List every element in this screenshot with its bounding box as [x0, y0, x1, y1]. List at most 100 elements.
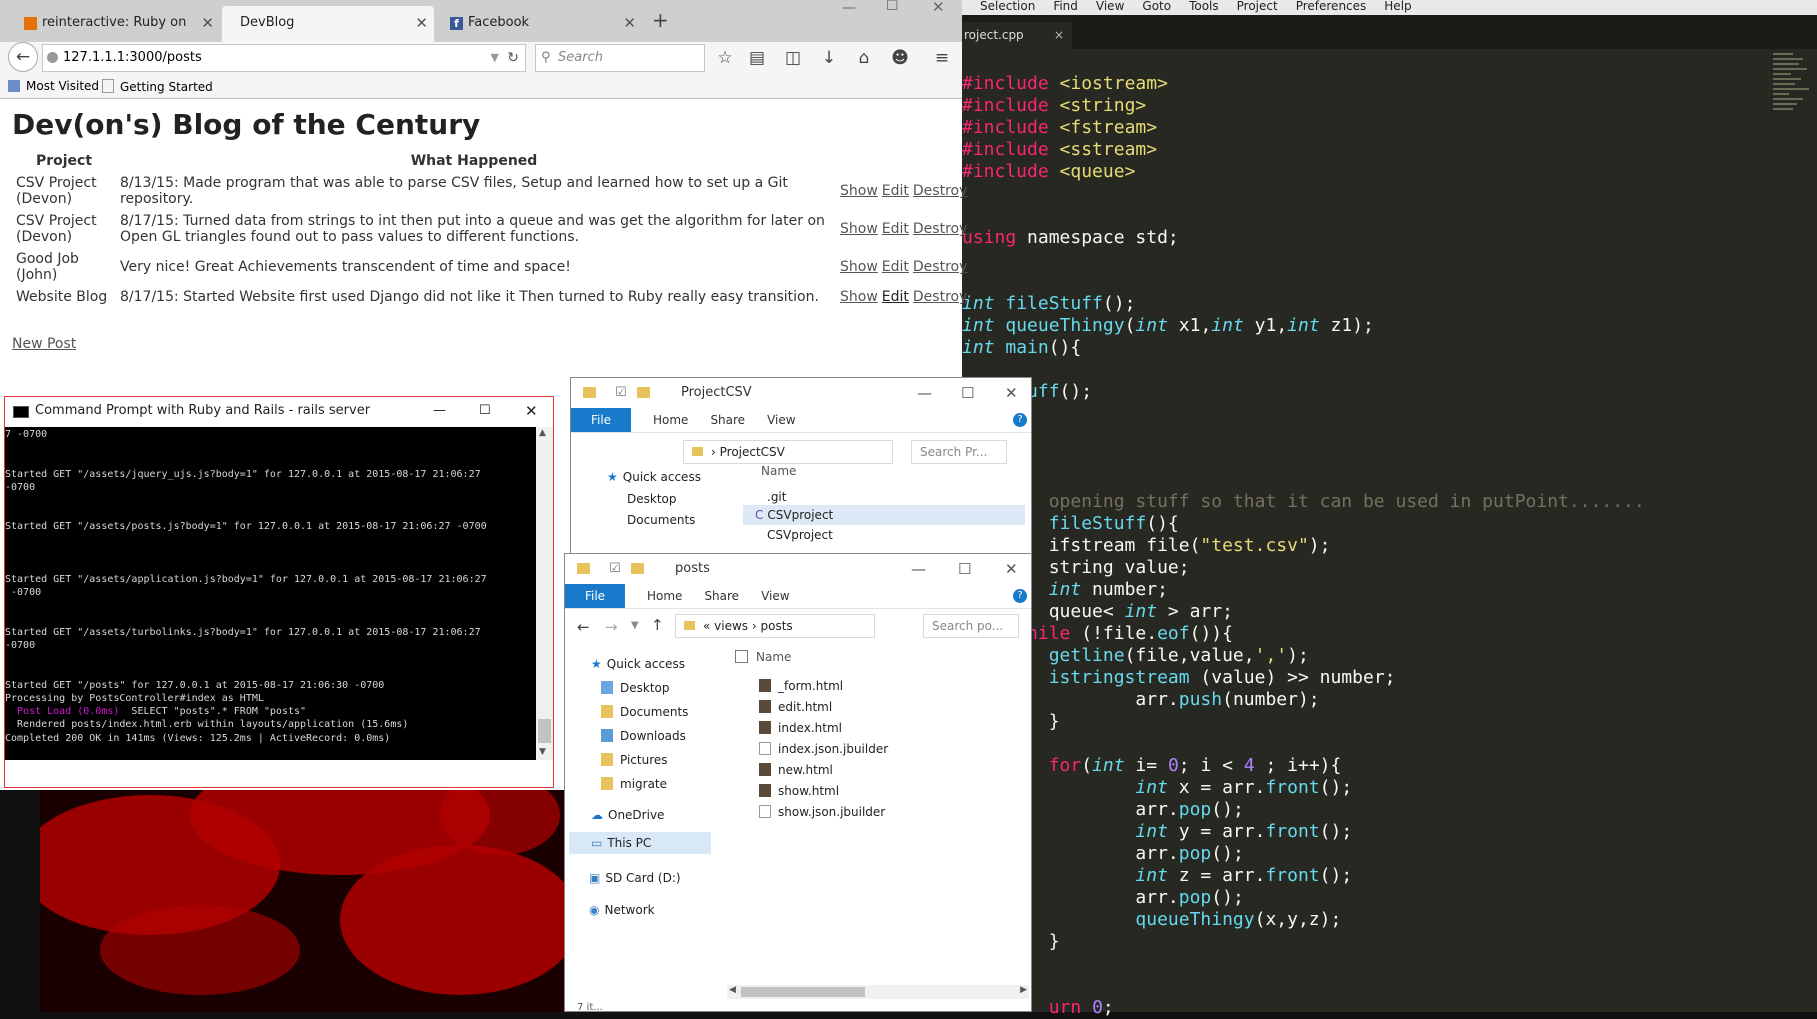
- checkbox-icon[interactable]: [735, 650, 748, 663]
- maximize-button[interactable]: ☐: [961, 378, 974, 408]
- ribbon-home[interactable]: Home: [653, 408, 688, 432]
- file-item[interactable]: _form.html: [759, 679, 843, 693]
- show-link[interactable]: Show: [840, 289, 878, 305]
- pocket-icon[interactable]: ◫: [782, 46, 804, 70]
- address-bar[interactable]: › ProjectCSV: [683, 440, 893, 464]
- nav-documents[interactable]: Documents: [601, 705, 688, 719]
- bookmark-getting-started[interactable]: Getting Started: [102, 79, 213, 94]
- cmd-output[interactable]: 7 -0700 Started GET "/assets/jquery_ujs.j…: [5, 427, 536, 760]
- menu-project[interactable]: Project: [1237, 0, 1278, 13]
- close-icon[interactable]: ✕: [201, 6, 214, 40]
- destroy-link[interactable]: Destroy: [913, 183, 967, 199]
- scroll-up-icon[interactable]: ▲: [539, 428, 546, 438]
- column-name[interactable]: Name: [761, 464, 796, 478]
- file-item[interactable]: edit.html: [759, 700, 832, 714]
- scroll-thumb[interactable]: [741, 987, 865, 997]
- tab-facebook[interactable]: f Facebook ✕: [446, 6, 642, 42]
- maximize-button[interactable]: ☐: [479, 397, 491, 425]
- file-item[interactable]: index.html: [759, 721, 842, 735]
- chevron-down-icon[interactable]: ▼: [631, 620, 639, 631]
- nav-desktop[interactable]: Desktop: [627, 492, 677, 506]
- minimize-button[interactable]: —: [917, 378, 932, 408]
- ribbon-file[interactable]: File: [565, 584, 625, 608]
- destroy-link[interactable]: Destroy: [913, 259, 967, 275]
- menu-goto[interactable]: Goto: [1142, 0, 1171, 13]
- show-link[interactable]: Show: [840, 221, 878, 237]
- home-icon[interactable]: ⌂: [853, 46, 875, 70]
- reload-icon[interactable]: ↻: [507, 45, 519, 71]
- close-button[interactable]: ✕: [932, 0, 945, 16]
- search-input[interactable]: Search po...: [923, 614, 1019, 638]
- ribbon-view[interactable]: View: [761, 584, 789, 608]
- sublime-minimap[interactable]: [1773, 50, 1815, 170]
- nav-quick-access[interactable]: ★ Quick access: [591, 657, 685, 671]
- menu-selection[interactable]: Selection: [980, 0, 1035, 13]
- url-bar[interactable]: 127.1.1.1:3000/posts ▼ ↻: [42, 44, 526, 72]
- nav-pictures[interactable]: Pictures: [601, 753, 668, 767]
- nav-migrate[interactable]: migrate: [601, 777, 667, 791]
- tab-reinteractive[interactable]: reinteractive: Ruby on Rail...✕: [20, 6, 220, 64]
- menu-view[interactable]: View: [1096, 0, 1124, 13]
- scroll-left-icon[interactable]: ◀: [729, 985, 736, 995]
- search-input[interactable]: Search Pr...: [911, 440, 1007, 464]
- show-link[interactable]: Show: [840, 259, 878, 275]
- nav-quick-access[interactable]: ★ Quick access: [607, 470, 701, 484]
- file-item-selected[interactable]: C CSVproject: [743, 505, 1025, 525]
- chat-icon[interactable]: ☻: [889, 46, 911, 70]
- menu-tools[interactable]: Tools: [1189, 0, 1219, 13]
- file-item[interactable]: show.json.jbuilder: [759, 805, 885, 819]
- code-view[interactable]: #include <iostream> #include <string> #i…: [962, 51, 1645, 1019]
- close-icon[interactable]: ✕: [415, 6, 428, 40]
- cmd-scrollbar[interactable]: ▲ ▼: [536, 427, 553, 760]
- download-icon[interactable]: ↓: [818, 46, 840, 70]
- back-button[interactable]: ←: [8, 42, 38, 72]
- sublime-tab[interactable]: roject.cpp ×: [962, 22, 1072, 49]
- minimize-button[interactable]: —: [842, 0, 856, 16]
- bookmark-most-visited[interactable]: Most Visited: [8, 79, 99, 93]
- close-icon[interactable]: ×: [1054, 22, 1064, 49]
- help-icon[interactable]: ?: [1013, 413, 1027, 427]
- file-item[interactable]: index.json.jbuilder: [759, 742, 888, 756]
- menu-icon[interactable]: ≡: [931, 46, 953, 70]
- close-button[interactable]: ✕: [525, 397, 538, 425]
- new-post-link[interactable]: New Post: [12, 336, 76, 352]
- destroy-link[interactable]: Destroy: [913, 221, 967, 237]
- column-name[interactable]: Name: [735, 650, 791, 664]
- nav-this-pc[interactable]: ▭ This PC: [569, 832, 711, 854]
- forward-button[interactable]: →: [605, 618, 618, 636]
- nav-network[interactable]: ◉ Network: [589, 903, 655, 917]
- ribbon-share[interactable]: Share: [710, 408, 745, 432]
- show-link[interactable]: Show: [840, 183, 878, 199]
- horizontal-scrollbar[interactable]: ◀ ▶: [727, 985, 1029, 999]
- maximize-button[interactable]: ☐: [958, 554, 971, 584]
- file-item[interactable]: new.html: [759, 763, 833, 777]
- edit-link[interactable]: Edit: [882, 183, 909, 199]
- close-icon[interactable]: ✕: [623, 6, 636, 40]
- menu-preferences[interactable]: Preferences: [1296, 0, 1367, 13]
- nav-documents[interactable]: Documents: [627, 513, 695, 527]
- reading-list-icon[interactable]: ▤: [746, 46, 768, 70]
- bookmark-star-icon[interactable]: ☆: [714, 46, 736, 70]
- minimize-button[interactable]: —: [433, 397, 446, 425]
- maximize-button[interactable]: ☐: [886, 0, 899, 14]
- scroll-right-icon[interactable]: ▶: [1020, 985, 1027, 995]
- dropdown-icon[interactable]: ▼: [491, 45, 499, 71]
- new-tab-button[interactable]: +: [652, 8, 669, 32]
- minimize-button[interactable]: —: [911, 554, 926, 584]
- search-input[interactable]: ⚲ Search: [535, 44, 705, 72]
- close-button[interactable]: ✕: [1005, 378, 1018, 408]
- scroll-thumb[interactable]: [538, 719, 551, 743]
- nav-downloads[interactable]: Downloads: [601, 729, 686, 743]
- ribbon-share[interactable]: Share: [704, 584, 739, 608]
- ribbon-home[interactable]: Home: [647, 584, 682, 608]
- ribbon-view[interactable]: View: [767, 408, 795, 432]
- nav-desktop[interactable]: Desktop: [601, 681, 670, 695]
- edit-link[interactable]: Edit: [882, 221, 909, 237]
- tab-devblog[interactable]: DevBlog ✕: [222, 6, 434, 42]
- scroll-down-icon[interactable]: ▼: [539, 747, 546, 757]
- nav-sd-card[interactable]: ▣ SD Card (D:): [589, 871, 681, 885]
- close-button[interactable]: ✕: [1005, 554, 1018, 584]
- menu-find[interactable]: Find: [1053, 0, 1078, 13]
- menu-help[interactable]: Help: [1384, 0, 1411, 13]
- up-button[interactable]: ↑: [651, 616, 664, 634]
